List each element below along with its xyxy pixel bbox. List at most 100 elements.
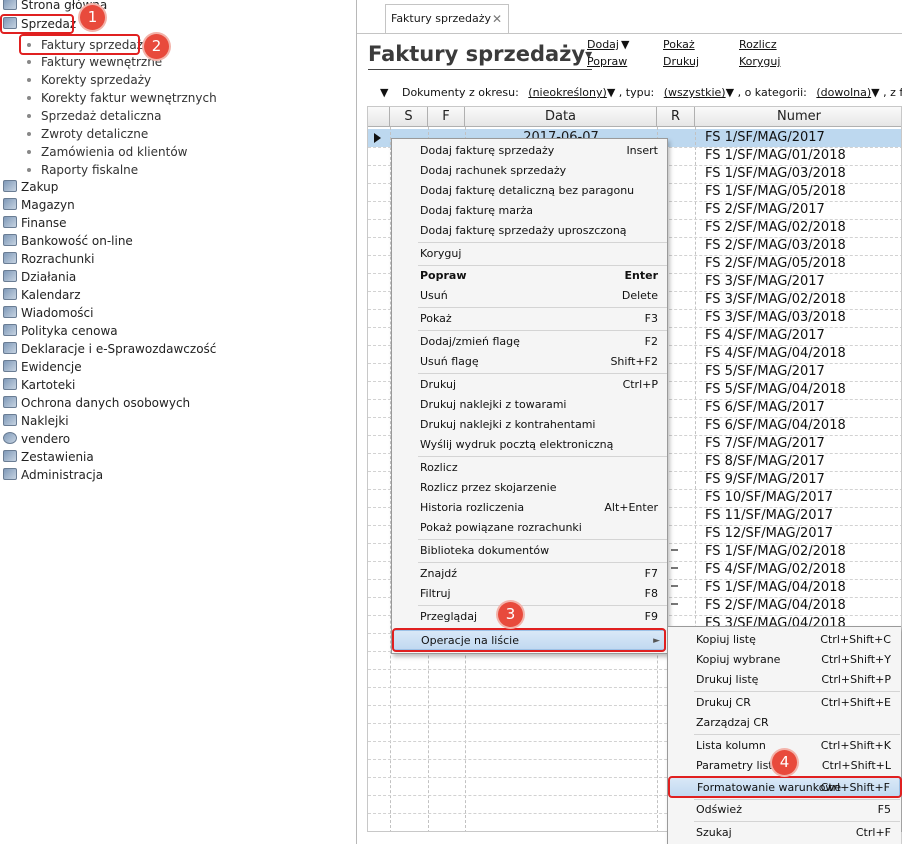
invoice-number-cell[interactable]: FS 1/SF/MAG/2017 <box>705 129 825 147</box>
menu-item-set-flag[interactable]: Dodaj/zmień flagę F2 <box>392 332 667 352</box>
invoice-number-cell[interactable]: FS 6/SF/MAG/04/2018 <box>705 417 846 435</box>
tab-sales-invoices[interactable]: Faktury sprzedaży ✕ <box>385 4 509 34</box>
invoice-number-cell[interactable]: FS 4/SF/MAG/04/2018 <box>705 345 846 363</box>
invoice-number-cell[interactable]: FS 5/SF/MAG/2017 <box>705 363 825 381</box>
submenu-item-search[interactable]: Szukaj Ctrl+F <box>668 823 900 843</box>
sidebar-subitem-retail-sales[interactable]: Sprzedaż detaliczna <box>27 107 162 125</box>
menu-item-find[interactable]: Znajdź F7 <box>392 564 667 584</box>
category-filter-dropdown[interactable]: (dowolna) <box>816 86 871 99</box>
column-header-s[interactable]: S <box>390 107 428 127</box>
invoice-number-cell[interactable]: FS 12/SF/MAG/2017 <box>705 525 833 543</box>
submenu-item-refresh[interactable]: Odśwież F5 <box>668 800 900 820</box>
menu-item-print-contractor-labels[interactable]: Drukuj naklejki z kontrahentami <box>392 415 667 435</box>
sidebar-subitem-customer-orders[interactable]: Zamówienia od klientów <box>27 143 187 161</box>
column-header-r[interactable]: R <box>657 107 695 127</box>
menu-item-settle-by-matching[interactable]: Rozlicz przez skojarzenie <box>392 478 667 498</box>
menu-item-print[interactable]: Drukuj Ctrl+P <box>392 375 667 395</box>
page-title[interactable]: Faktury sprzedaży▾ <box>368 41 593 70</box>
sidebar-item-warehouse[interactable]: Magazyn <box>3 196 75 214</box>
sidebar-subitem-retail-returns[interactable]: Zwroty detaliczne <box>27 125 148 143</box>
invoice-number-cell[interactable]: FS 1/SF/MAG/03/2018 <box>705 165 846 183</box>
menu-item-add-sales-invoice[interactable]: Dodaj fakturę sprzedaży Insert <box>392 141 667 161</box>
submenu-item-print-cr[interactable]: Drukuj CR Ctrl+Shift+E <box>668 693 900 713</box>
invoice-number-cell[interactable]: FS 7/SF/MAG/2017 <box>705 435 825 453</box>
show-button[interactable]: Pokaż <box>663 38 695 51</box>
sidebar-item-labels[interactable]: Naklejki <box>3 412 69 430</box>
submenu-item-manage-cr[interactable]: Zarządzaj CR <box>668 713 900 733</box>
menu-item-send-email[interactable]: Wyślij wydruk pocztą elektroniczną <box>392 435 667 455</box>
invoice-number-cell[interactable]: FS 2/SF/MAG/03/2018 <box>705 237 846 255</box>
sidebar-item-declarations[interactable]: Deklaracje i e-Sprawozdawczość <box>3 340 216 358</box>
submenu-item-copy-list[interactable]: Kopiuj listę Ctrl+Shift+C <box>668 630 900 650</box>
sidebar-subitem-fiscal-reports[interactable]: Raporty fiskalne <box>27 161 138 179</box>
sidebar-item-messages[interactable]: Wiadomości <box>3 304 93 322</box>
menu-item-settle[interactable]: Rozlicz <box>392 458 667 478</box>
filter-collapse-icon[interactable]: ▼ <box>380 86 388 99</box>
menu-separator <box>418 373 667 374</box>
correct-button[interactable]: Koryguj <box>739 55 780 68</box>
invoice-number-cell[interactable]: FS 2/SF/MAG/2017 <box>705 201 825 219</box>
sidebar-item-purchase[interactable]: Zakup <box>3 178 58 196</box>
menu-item-add-simplified-invoice[interactable]: Dodaj fakturę sprzedaży uproszczoną <box>392 221 667 241</box>
sidebar-subitem-internal-corrections[interactable]: Korekty faktur wewnętrznych <box>27 89 217 107</box>
invoice-number-cell[interactable]: FS 2/SF/MAG/05/2018 <box>705 255 846 273</box>
menu-item-remove-flag[interactable]: Usuń flagę Shift+F2 <box>392 352 667 372</box>
invoice-number-cell[interactable]: FS 3/SF/MAG/03/2018 <box>705 309 846 327</box>
sidebar-item-pricing[interactable]: Polityka cenowa <box>3 322 118 340</box>
column-header-f[interactable]: F <box>428 107 465 127</box>
menu-item-edit[interactable]: Popraw Enter <box>392 266 667 286</box>
sidebar-item-vendero[interactable]: vendero <box>3 430 70 448</box>
invoice-number-cell[interactable]: FS 4/SF/MAG/2017 <box>705 327 825 345</box>
period-filter-dropdown[interactable]: (nieokreślony) <box>528 86 607 99</box>
edit-button[interactable]: Popraw <box>587 55 627 68</box>
invoice-number-cell[interactable]: FS 1/SF/MAG/02/2018 <box>705 543 846 561</box>
invoice-number-cell[interactable]: FS 11/SF/MAG/2017 <box>705 507 833 525</box>
sidebar-item-finance[interactable]: Finanse <box>3 214 67 232</box>
sidebar-subitem-internal-invoices[interactable]: Faktury wewnętrzne <box>27 53 162 71</box>
menu-item-print-product-labels[interactable]: Drukuj naklejki z towarami <box>392 395 667 415</box>
submenu-item-print-list[interactable]: Drukuj listę Ctrl+Shift+P <box>668 670 900 690</box>
sidebar-item-settlements[interactable]: Rozrachunki <box>3 250 94 268</box>
print-button[interactable]: Drukuj <box>663 55 699 68</box>
menu-item-add-sales-bill[interactable]: Dodaj rachunek sprzedaży <box>392 161 667 181</box>
invoice-number-cell[interactable]: FS 9/SF/MAG/2017 <box>705 471 825 489</box>
close-icon[interactable]: ✕ <box>492 5 502 33</box>
column-header-number[interactable]: Numer <box>695 107 901 127</box>
menu-item-correct[interactable]: Koryguj <box>392 244 667 264</box>
add-button[interactable]: Dodaj ▼ <box>587 38 629 51</box>
invoice-number-cell[interactable]: FS 6/SF/MAG/2017 <box>705 399 825 417</box>
sidebar-item-activities[interactable]: Działania <box>3 268 76 286</box>
sidebar-item-records[interactable]: Kartoteki <box>3 376 75 394</box>
sidebar-item-data-protection[interactable]: Ochrona danych osobowych <box>3 394 190 412</box>
invoice-number-cell[interactable]: FS 2/SF/MAG/02/2018 <box>705 219 846 237</box>
invoice-number-cell[interactable]: FS 2/SF/MAG/04/2018 <box>705 597 846 615</box>
settle-button[interactable]: Rozlicz <box>739 38 777 51</box>
sidebar-subitem-sales-corrections[interactable]: Korekty sprzedaży <box>27 71 151 89</box>
sidebar-item-registers[interactable]: Ewidencje <box>3 358 82 376</box>
menu-item-add-margin-invoice[interactable]: Dodaj fakturę marża <box>392 201 667 221</box>
invoice-number-cell[interactable]: FS 5/SF/MAG/04/2018 <box>705 381 846 399</box>
menu-item-related-settlements[interactable]: Pokaż powiązane rozrachunki <box>392 518 667 538</box>
invoice-number-cell[interactable]: FS 3/SF/MAG/02/2018 <box>705 291 846 309</box>
menu-item-browse[interactable]: Przeglądaj F9 <box>392 607 667 627</box>
invoice-number-cell[interactable]: FS 1/SF/MAG/04/2018 <box>705 579 846 597</box>
invoice-number-cell[interactable]: FS 10/SF/MAG/2017 <box>705 489 833 507</box>
sidebar-item-calendar[interactable]: Kalendarz <box>3 286 81 304</box>
menu-item-settlement-history[interactable]: Historia rozliczenia Alt+Enter <box>392 498 667 518</box>
type-filter-dropdown[interactable]: (wszystkie) <box>664 86 726 99</box>
column-header-date[interactable]: Data <box>465 107 657 127</box>
invoice-number-cell[interactable]: FS 1/SF/MAG/05/2018 <box>705 183 846 201</box>
invoice-number-cell[interactable]: FS 3/SF/MAG/2017 <box>705 273 825 291</box>
invoice-number-cell[interactable]: FS 8/SF/MAG/2017 <box>705 453 825 471</box>
menu-item-document-library[interactable]: Biblioteka dokumentów <box>392 541 667 561</box>
sidebar-item-online-banking[interactable]: Bankowość on-line <box>3 232 133 250</box>
sidebar-item-reports[interactable]: Zestawienia <box>3 448 94 466</box>
invoice-number-cell[interactable]: FS 1/SF/MAG/01/2018 <box>705 147 846 165</box>
menu-item-delete[interactable]: Usuń Delete <box>392 286 667 306</box>
menu-item-filter[interactable]: Filtruj F8 <box>392 584 667 604</box>
menu-item-show[interactable]: Pokaż F3 <box>392 309 667 329</box>
menu-item-add-retail-invoice[interactable]: Dodaj fakturę detaliczną bez paragonu <box>392 181 667 201</box>
invoice-number-cell[interactable]: FS 4/SF/MAG/02/2018 <box>705 561 846 579</box>
sidebar-item-administration[interactable]: Administracja <box>3 466 103 484</box>
submenu-item-copy-selected[interactable]: Kopiuj wybrane Ctrl+Shift+Y <box>668 650 900 670</box>
